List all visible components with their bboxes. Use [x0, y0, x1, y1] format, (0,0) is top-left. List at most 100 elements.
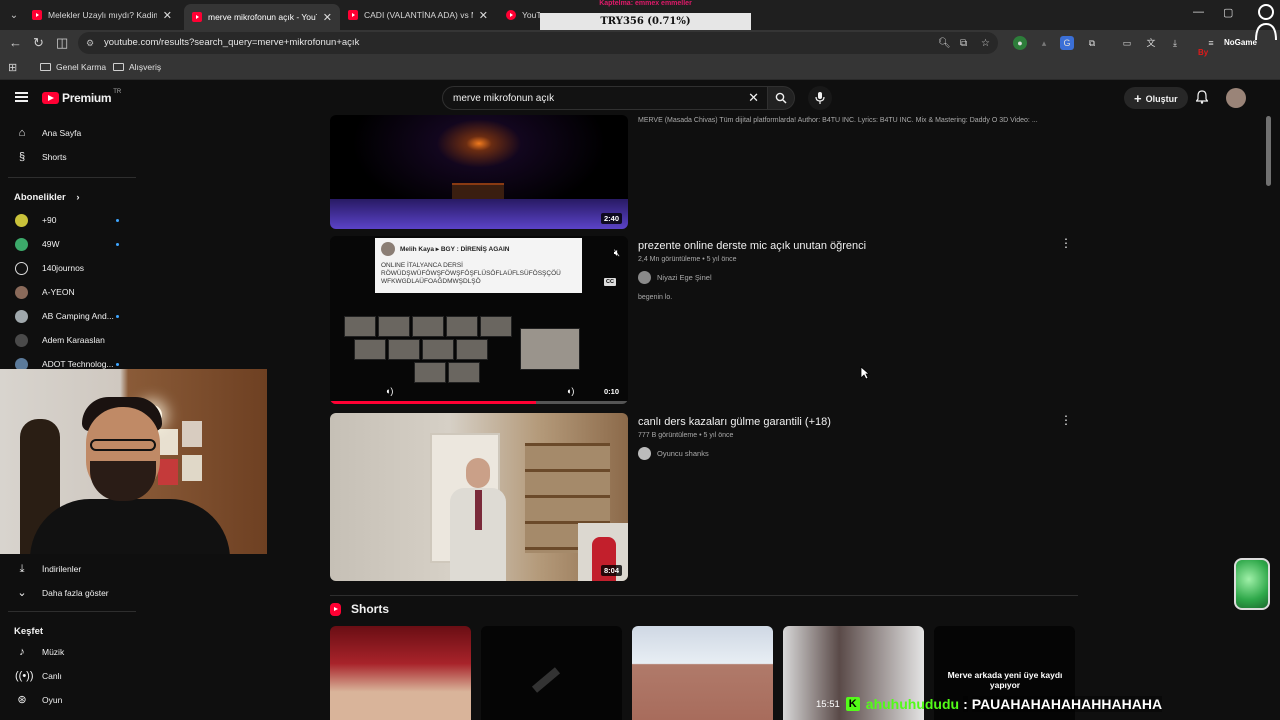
- sidebar-item-home[interactable]: ⌂ Ana Sayfa: [0, 121, 137, 145]
- microphone-shape: [531, 667, 561, 693]
- back-arrow-icon[interactable]: ←: [9, 35, 22, 51]
- reload-icon[interactable]: ↻: [33, 35, 44, 51]
- extension-grey-icon[interactable]: ▴: [1037, 36, 1051, 50]
- close-tab-icon[interactable]: ✕: [163, 9, 172, 22]
- playback-progress-fill: [330, 401, 536, 404]
- account-avatar[interactable]: [1226, 88, 1246, 108]
- microphone-icon: [815, 92, 825, 104]
- tab-title: merve mikrofonun açık - YouTube: [208, 12, 317, 22]
- video-thumbnail[interactable]: 2:40: [330, 115, 628, 229]
- sidebar-sub-item[interactable]: AB Camping And...: [0, 304, 137, 328]
- clear-search-icon[interactable]: ✕: [748, 91, 759, 105]
- sidebar-sub-item[interactable]: Adem Karaaslan: [0, 328, 137, 352]
- sidebar-item-shorts[interactable]: § Shorts: [0, 145, 137, 169]
- sidebar-item-downloads[interactable]: ⤓ İndirilenler: [0, 557, 137, 581]
- video-result[interactable]: Melih Kaya ▸ BGY : DİRENİŞ AGAIN ONLINE …: [330, 236, 1078, 406]
- video-thumbnail[interactable]: 8:04: [330, 413, 628, 581]
- sidebar-item-label: +90: [42, 215, 57, 225]
- more-vertical-icon[interactable]: ⋮: [1060, 236, 1072, 250]
- create-button[interactable]: + Oluştur: [1124, 87, 1188, 109]
- volume-icon[interactable]: ◖): [385, 386, 393, 396]
- sidebar-item-label: Adem Karaaslan: [42, 335, 105, 345]
- home-icon: ⌂: [18, 127, 26, 139]
- youtube-premium-logo[interactable]: Premium TR: [42, 89, 121, 105]
- video-description: begenin lo.: [638, 294, 673, 301]
- sidebar-sub-item[interactable]: A-YEON: [0, 280, 137, 304]
- chat-message: PAUAHAHAHAHAHHAHAHA: [971, 696, 1163, 712]
- video-title[interactable]: canlı ders kazaları gülme garantili (+18…: [638, 415, 1058, 429]
- sidebar-item-live[interactable]: ((•)) Canlı: [0, 664, 137, 688]
- minimize-icon[interactable]: —: [1193, 6, 1204, 18]
- video-result[interactable]: 8:04 canlı ders kazaları gülme garantili…: [330, 413, 1078, 583]
- page-scrollbar[interactable]: [1266, 116, 1271, 186]
- close-tab-icon[interactable]: ✕: [323, 11, 332, 24]
- kick-logo-icon: K: [845, 697, 860, 711]
- playback-progress[interactable]: [330, 401, 628, 404]
- badge-by: By: [1198, 48, 1209, 57]
- split-view-icon[interactable]: ◫: [56, 35, 68, 51]
- search-input[interactable]: merve mikrofonun açık ✕: [442, 86, 768, 110]
- short-caption: Merve arkada yeni üye kaydı yapıyor: [947, 670, 1063, 690]
- extensions-puzzle-icon[interactable]: ⧉: [1085, 36, 1099, 50]
- channel-avatar: [15, 261, 28, 275]
- tab-merve-mikrofonun[interactable]: merve mikrofonun açık - YouTube ✕: [184, 4, 340, 30]
- thumbnail-scene: [330, 199, 628, 229]
- video-duration: 2:40: [600, 213, 622, 224]
- install-app-icon[interactable]: ⧉: [960, 38, 967, 50]
- mute-icon[interactable]: 🔇︎: [614, 248, 620, 259]
- sidebar-item-show-more[interactable]: ⌄ Daha fazla göster: [0, 581, 137, 605]
- chat-time: 15:51: [816, 698, 840, 710]
- maximize-icon[interactable]: ▢: [1223, 6, 1233, 19]
- sidebar-item-label: 140journos: [42, 263, 85, 273]
- video-call-grid: [344, 316, 614, 384]
- video-thumbnail[interactable]: Melih Kaya ▸ BGY : DİRENİŞ AGAIN ONLINE …: [330, 236, 628, 404]
- browser-toolbar: ← ↻ ◫ ⚙ youtube.com/results?search_query…: [0, 30, 1280, 56]
- close-tab-icon[interactable]: ✕: [479, 9, 488, 22]
- extension-green-icon[interactable]: ●: [1013, 36, 1027, 50]
- zoom-icon[interactable]: 🔍︎: [938, 38, 951, 50]
- video-meta: 777 B görüntüleme • 5 yıl önce: [638, 432, 734, 439]
- poster-avatar: [381, 242, 395, 256]
- sidebar-sub-item[interactable]: +90: [0, 208, 137, 232]
- notifications-bell-icon[interactable]: [1194, 90, 1209, 104]
- short-thumbnail[interactable]: [330, 626, 471, 720]
- closed-captions-icon[interactable]: CC: [604, 278, 616, 286]
- apps-grid-icon[interactable]: ⊞: [8, 60, 17, 76]
- channel-link[interactable]: Niyazi Ege Şinel: [638, 271, 1058, 284]
- translate-icon[interactable]: 文: [1144, 36, 1158, 50]
- new-content-dot: [116, 218, 119, 222]
- video-result[interactable]: 2:40 MERVE (Masada Chivas) Tüm dijital p…: [330, 115, 1078, 229]
- more-vertical-icon[interactable]: ⋮: [1060, 413, 1072, 427]
- channel-link[interactable]: Oyuncu shanks: [638, 447, 1058, 460]
- new-content-dot: [116, 362, 119, 366]
- address-bar[interactable]: ⚙ youtube.com/results?search_query=merve…: [78, 32, 998, 54]
- tab-search-chevron-icon[interactable]: ⌄: [6, 8, 22, 24]
- youtube-favicon-icon: [192, 12, 202, 22]
- tab-melekler[interactable]: Melekler Uzaylı mıydı? Kadim M ✕: [24, 4, 180, 26]
- video-title[interactable]: prezente online derste mic açık unutan ö…: [638, 239, 1058, 253]
- bookmark-star-icon[interactable]: ☆: [981, 38, 990, 50]
- short-thumbnail[interactable]: [632, 626, 773, 720]
- video-meta: 2,4 Mn görüntüleme • 5 yıl önce: [638, 256, 737, 263]
- translate-extension-icon[interactable]: G: [1060, 36, 1074, 50]
- plus-icon: +: [1134, 91, 1142, 106]
- search-button[interactable]: [767, 86, 795, 110]
- guide-menu-icon[interactable]: [15, 92, 28, 102]
- bookmark-alisveris[interactable]: Alışveriş: [113, 62, 161, 72]
- short-thumbnail[interactable]: [481, 626, 622, 720]
- mute-icon[interactable]: ◖): [566, 386, 574, 396]
- sidebar-item-gaming[interactable]: ⊛ Oyun: [0, 688, 137, 712]
- cast-icon[interactable]: ▭: [1120, 36, 1134, 50]
- voice-search-button[interactable]: [808, 86, 832, 110]
- subscriptions-heading[interactable]: Abonelikler ›: [14, 192, 80, 203]
- download-icon[interactable]: ⤓: [1168, 36, 1182, 50]
- sidebar-item-music[interactable]: ♪ Müzik: [0, 640, 137, 664]
- post-text: ONLINE İTALYANCA DERSİ RÖWÜDŞWÜFÖWŞFÖWŞF…: [381, 262, 561, 285]
- video-description: MERVE (Masada Chivas) Tüm dijital platfo…: [638, 117, 1038, 124]
- bookmark-genel-karma[interactable]: Genel Karma: [40, 62, 106, 72]
- site-settings-icon[interactable]: ⚙: [86, 37, 98, 49]
- sidebar-sub-item[interactable]: 140journos: [0, 256, 137, 280]
- tab-cadi[interactable]: CADI (VALANTİNA ADA) vs MER ✕: [340, 4, 496, 26]
- sidebar-sub-item[interactable]: 49W: [0, 232, 137, 256]
- shorts-icon: §: [18, 151, 26, 163]
